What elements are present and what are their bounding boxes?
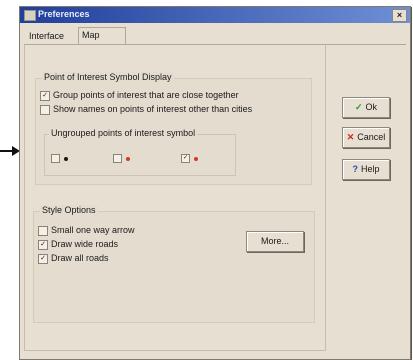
poi-group-title: Point of Interest Symbol Display [42,72,174,82]
title-bar[interactable]: Preferences × [20,7,410,23]
checkbox-show-poi-names[interactable] [40,104,50,115]
option-label: Small one way arrow [51,225,135,235]
app-icon [24,10,36,21]
checkbox-group-close-pois[interactable]: ✓ [40,90,50,101]
option-group-close-pois[interactable]: ✓ Group points of interest that are close… [40,89,239,101]
poi-symbol-group: Point of Interest Symbol Display ✓ Group … [35,72,312,185]
tab-map[interactable]: Map [78,27,126,45]
ungrouped-group-title: Ungrouped points of interest symbol [49,128,198,138]
black-dot-icon [64,156,68,161]
close-icon[interactable]: × [392,9,407,22]
symbol-checkbox-1[interactable] [51,154,60,164]
map-tab-panel: Point of Interest Symbol Display ✓ Group … [24,45,326,351]
symbol-checkbox-2[interactable] [113,154,122,164]
style-group-title: Style Options [40,205,98,215]
symbol-choice-1[interactable] [51,153,68,164]
checkbox-small-arrow[interactable] [38,225,48,236]
ok-label: Ok [365,102,378,112]
tab-interface[interactable]: Interface [26,29,67,43]
x-icon: ✕ [346,132,355,142]
option-label: Draw wide roads [51,239,119,249]
red-dot-icon [194,156,198,161]
symbol-checkbox-3[interactable]: ✓ [181,154,190,164]
option-all-roads[interactable]: ✓ Draw all roads [38,252,109,264]
option-label: Draw all roads [51,253,109,263]
style-options-group: Style Options Small one way arrow ✓ Draw … [33,205,315,323]
checkbox-wide-roads[interactable]: ✓ [38,239,48,250]
more-button[interactable]: More... [246,231,304,252]
option-label: Group points of interest that are close … [53,90,239,100]
window-title: Preferences [38,9,90,19]
help-label: Help [360,164,380,174]
cancel-button[interactable]: ✕ Cancel [342,127,390,148]
cancel-label: Cancel [357,132,386,142]
checkbox-all-roads[interactable]: ✓ [38,253,48,264]
option-wide-roads[interactable]: ✓ Draw wide roads [38,238,118,250]
option-small-arrow[interactable]: Small one way arrow [38,224,135,236]
help-button[interactable]: ? Help [342,159,390,180]
option-label: Show names on points of interest other t… [53,104,253,114]
symbol-choice-3[interactable]: ✓ [181,153,198,164]
option-show-poi-names[interactable]: Show names on points of interest other t… [40,103,252,115]
red-dot-icon [126,156,130,161]
symbol-choice-2[interactable] [113,153,130,164]
ok-button[interactable]: ✓ Ok [342,97,390,118]
check-icon: ✓ [354,102,363,112]
preferences-dialog: Preferences × Interface Map Point of Int… [19,6,411,360]
question-icon: ? [352,164,358,174]
ungrouped-symbol-group: Ungrouped points of interest symbol ✓ [44,128,236,176]
